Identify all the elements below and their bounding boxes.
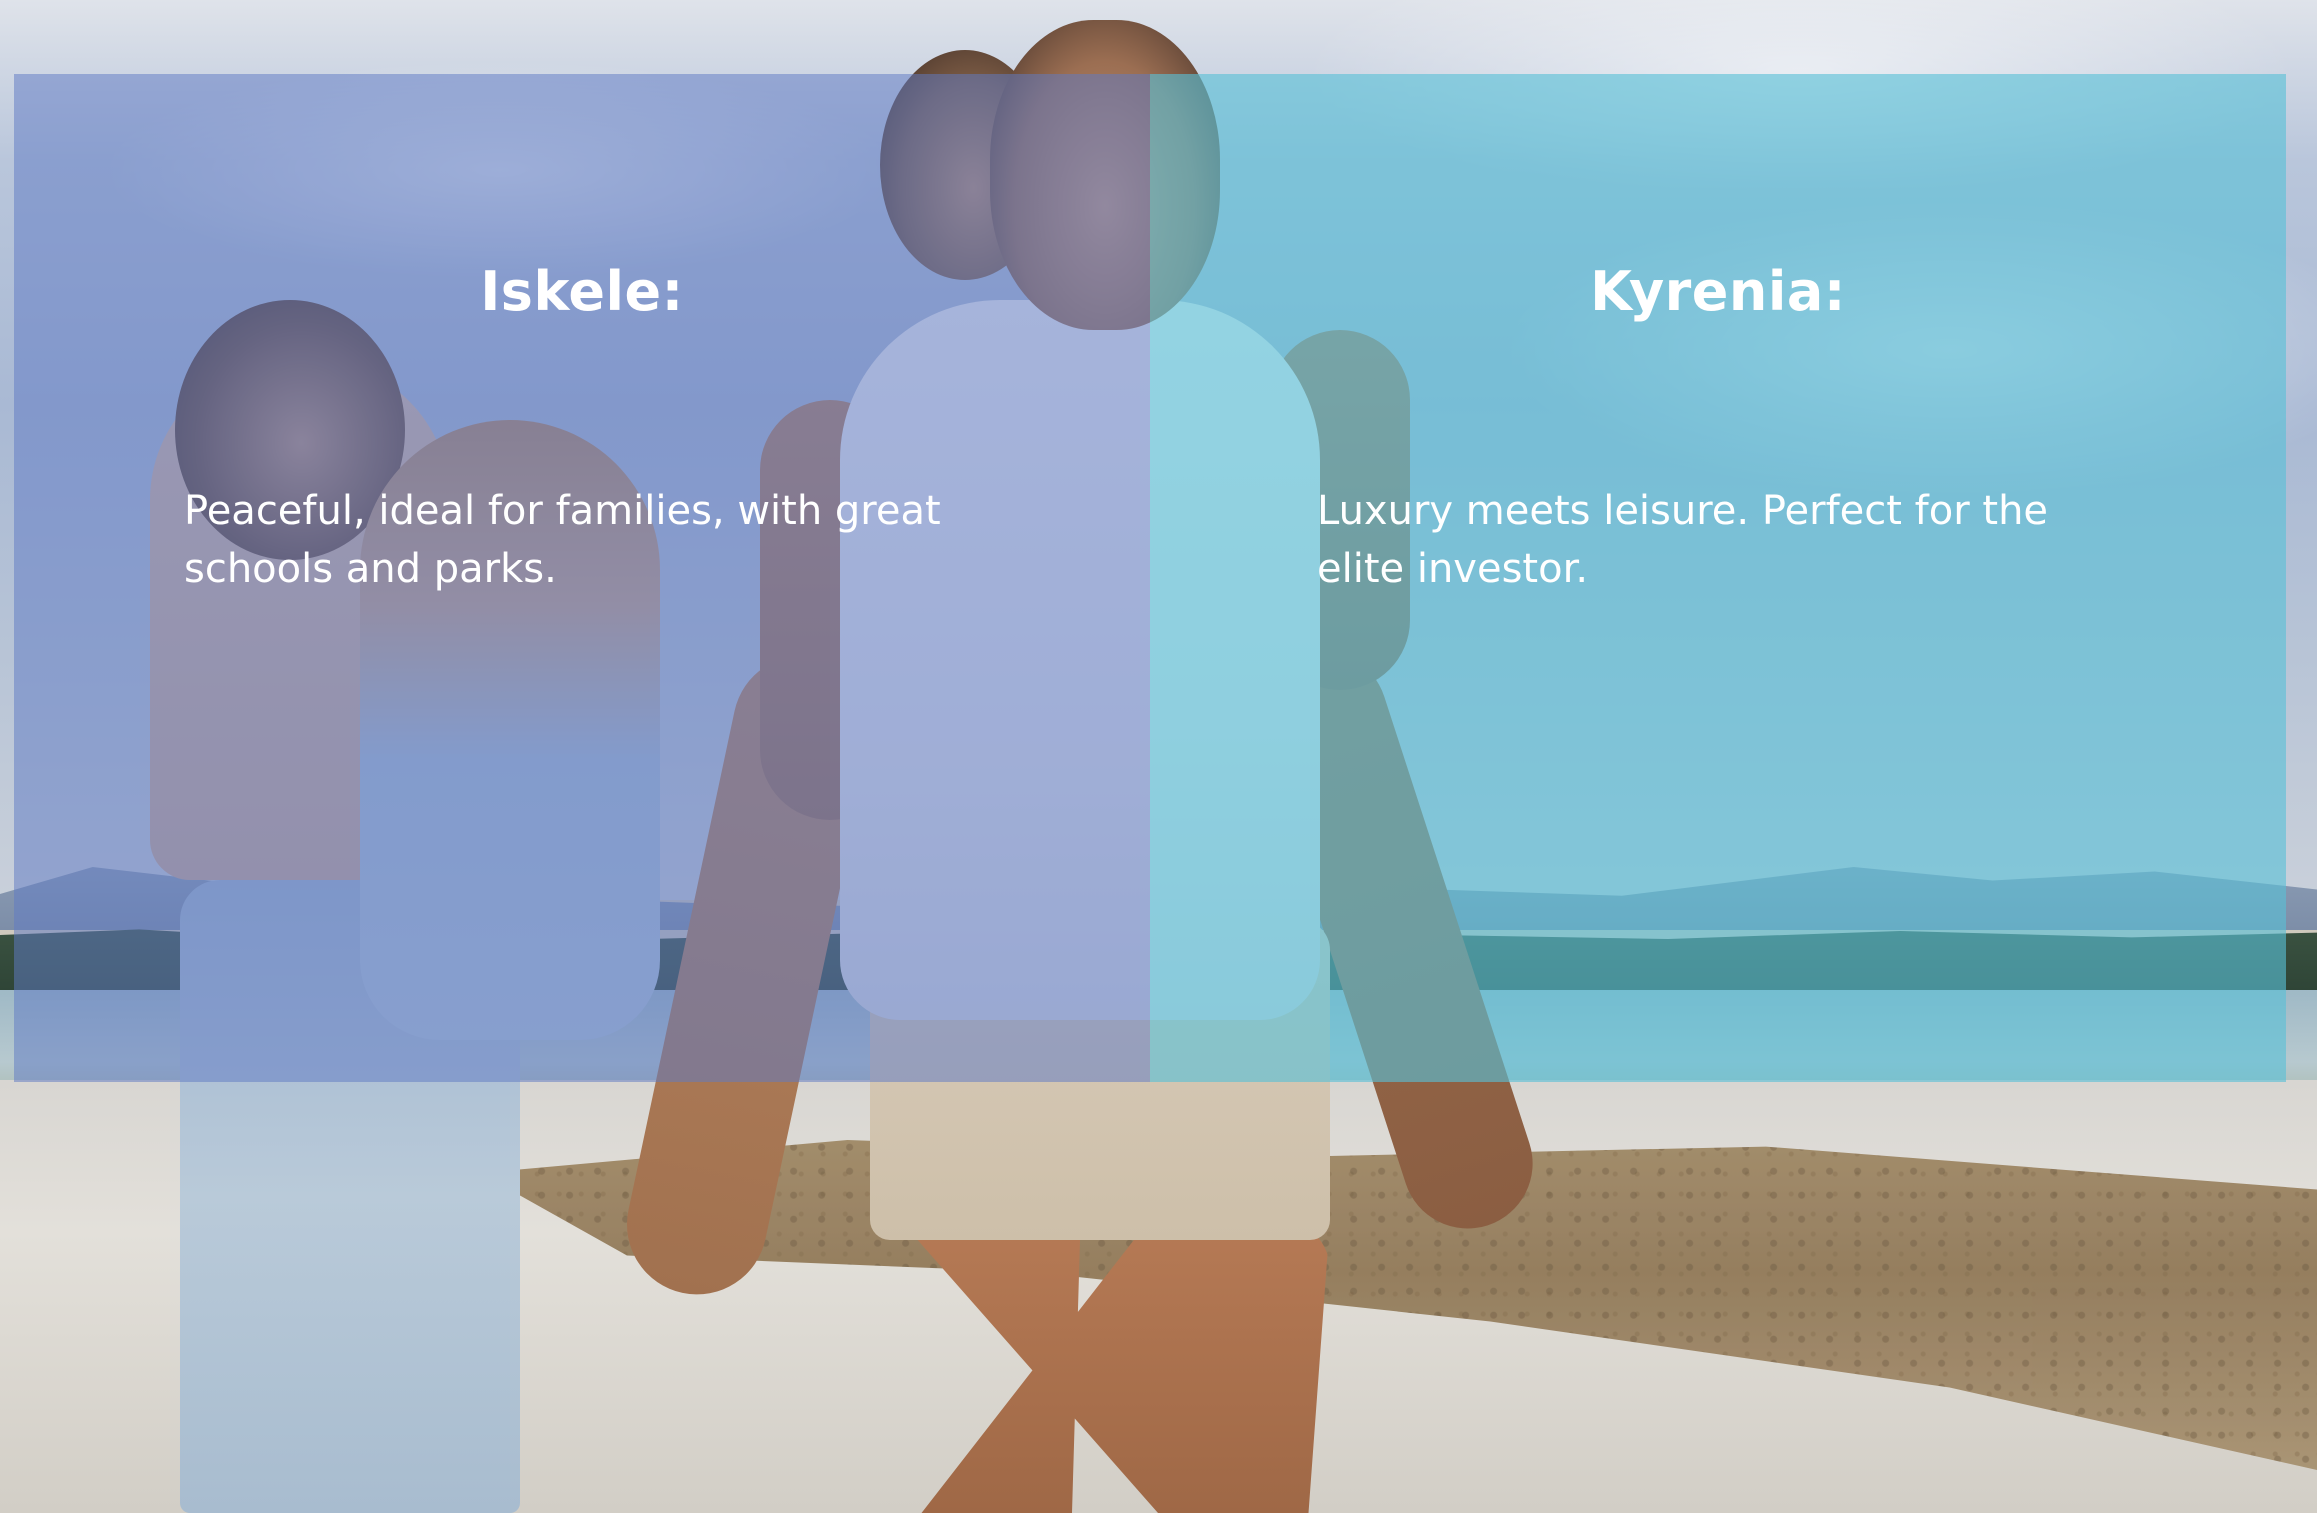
location-overlay: Iskele: Peaceful, ideal for families, wi…: [14, 74, 2286, 1082]
panel-title-kyrenia: Kyrenia:: [1590, 260, 1846, 323]
page: Iskele: Peaceful, ideal for families, wi…: [0, 0, 2317, 1513]
panel-iskele: Iskele: Peaceful, ideal for families, wi…: [14, 74, 1150, 1082]
panel-title-iskele: Iskele:: [480, 260, 684, 323]
panel-text-kyrenia: Luxury meets leisure. Perfect for the el…: [1317, 488, 2049, 592]
panel-kyrenia: Kyrenia: Luxury meets leisure. Perfect f…: [1150, 74, 2286, 1082]
panel-text-iskele: Peaceful, ideal for families, with great…: [184, 488, 941, 592]
